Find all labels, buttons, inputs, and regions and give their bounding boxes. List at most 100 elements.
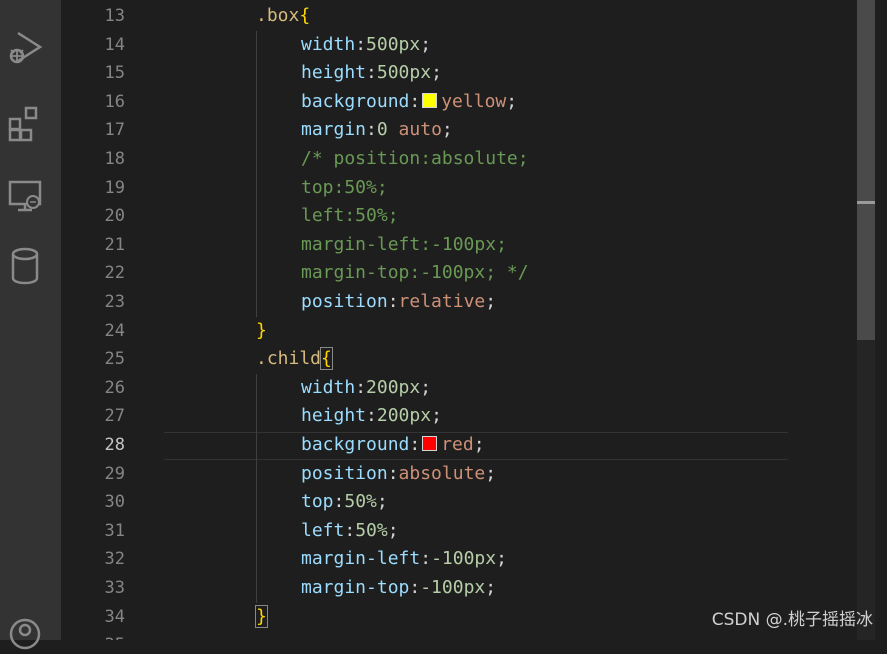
code-token: width <box>301 376 356 398</box>
code-token: 50% <box>355 519 388 541</box>
code-line[interactable]: 17 margin:0 auto; <box>61 116 861 145</box>
code-line[interactable]: 24} <box>61 317 861 346</box>
code-token: margin <box>301 119 367 141</box>
code-line[interactable]: 31 left:50%; <box>61 517 861 546</box>
code-token: ; <box>473 434 485 455</box>
code-text: margin:0 auto; <box>301 116 453 145</box>
code-token: : <box>344 519 356 541</box>
code-text: /* position:absolute; <box>301 145 529 174</box>
account-icon[interactable] <box>0 614 50 654</box>
run-debug-icon[interactable] <box>0 27 50 67</box>
code-line[interactable]: 22 margin-top:-100px; */ <box>61 259 861 288</box>
code-token: .child <box>256 348 322 370</box>
line-number: 26 <box>104 377 125 398</box>
code-line[interactable]: 13 .box{ <box>61 2 861 31</box>
code-line[interactable]: 35 <box>61 631 861 640</box>
code-line[interactable]: 14 width:500px; <box>61 31 861 60</box>
code-text: margin-left:-100px; <box>301 545 507 574</box>
code-line[interactable]: 33 margin-top:-100px; <box>61 574 861 603</box>
code-token: : <box>387 462 399 484</box>
code-text: top:50%; <box>301 174 388 203</box>
code-token: } <box>255 604 268 628</box>
code-token: red <box>441 434 474 455</box>
code-token: 500px <box>366 33 421 55</box>
color-swatch[interactable] <box>422 436 438 451</box>
line-number: 25 <box>104 349 125 370</box>
code-token: 0 <box>376 119 388 141</box>
line-number: 33 <box>104 578 125 598</box>
code-token: } <box>256 319 267 341</box>
code-token: margin-top:-100px; */ <box>301 262 529 284</box>
code-line[interactable]: 29 position:absolute; <box>61 460 861 489</box>
code-text: position:relative; <box>301 288 496 317</box>
code-token: left:50%; <box>301 205 399 227</box>
code-editor[interactable]: 13 .box{14 width:500px; 15 height:500px; 16 ba… <box>61 0 887 640</box>
code-token: : <box>420 548 432 570</box>
code-token: : <box>355 376 367 398</box>
code-token: : <box>366 405 377 427</box>
code-token: relative <box>398 291 486 312</box>
code-token: : <box>366 119 377 141</box>
code-text: background: yellow; <box>301 88 517 117</box>
code-token: ; <box>431 62 442 84</box>
code-token: background <box>301 434 410 455</box>
code-line[interactable]: 26 width:200px; <box>61 374 861 403</box>
watermark: CSDN @.桃子摇摇冰 <box>711 610 873 630</box>
line-number: 35 <box>61 631 125 640</box>
code-line[interactable]: 18 /* position:absolute; <box>61 145 861 174</box>
line-number: 21 <box>104 234 125 255</box>
code-token: { <box>299 5 311 26</box>
line-number: 14 <box>104 34 125 55</box>
code-text: .box{ <box>256 2 310 31</box>
code-text: width:500px; <box>301 31 431 60</box>
code-line[interactable]: 21 margin-left:-100px; <box>61 231 861 260</box>
code-token: : <box>355 33 367 55</box>
code-token: position <box>301 462 388 484</box>
code-token: : <box>333 491 345 513</box>
remote-explorer-icon[interactable] <box>0 176 50 216</box>
code-line[interactable]: 15 height:500px; <box>61 59 861 88</box>
code-text: .child{ <box>256 345 333 374</box>
code-token: ; <box>420 376 432 398</box>
scroll-position-marker <box>857 201 875 204</box>
code-text: background: red; <box>301 431 485 460</box>
color-swatch[interactable] <box>422 92 438 108</box>
line-number: 15 <box>104 63 125 84</box>
extensions-icon[interactable] <box>0 104 50 144</box>
code-line[interactable]: 23 position:relative; <box>61 288 861 317</box>
code-line[interactable]: 25 .child{ <box>61 345 861 374</box>
line-number: 27 <box>104 406 125 427</box>
code-line[interactable]: 27 height:200px; <box>61 402 861 431</box>
line-number: 29 <box>104 463 125 484</box>
database-icon[interactable] <box>0 246 50 286</box>
line-number: 32 <box>104 549 125 570</box>
code-token: ; <box>441 119 453 141</box>
code-line[interactable]: 30 top:50%; <box>61 488 861 517</box>
code-text: margin-left:-100px; <box>301 231 507 260</box>
code-line[interactable]: 32 margin-left:-100px; <box>61 545 861 574</box>
code-token: 500px <box>376 62 432 84</box>
code-token: margin-left <box>301 548 421 570</box>
scrollbar-thumb[interactable] <box>857 0 875 340</box>
code-text: } <box>256 317 267 346</box>
code-line[interactable]: 19 top:50%; <box>61 174 861 203</box>
code-text: position:absolute; <box>301 460 496 489</box>
code-token: ; <box>420 33 432 55</box>
line-number: 28 <box>104 435 125 455</box>
line-number: 22 <box>104 263 125 284</box>
line-number: 19 <box>104 177 125 198</box>
code-token: : <box>409 434 421 455</box>
code-line[interactable]: 28 background: red; <box>61 431 861 460</box>
code-token: absolute <box>398 462 486 484</box>
line-number: 31 <box>104 520 125 541</box>
code-line[interactable]: 20 left:50%; <box>61 202 861 231</box>
line-number: 16 <box>104 91 125 112</box>
code-token: .box <box>256 5 300 26</box>
code-token: : <box>387 291 399 312</box>
code-token: height <box>301 62 367 84</box>
line-number: 13 <box>104 6 125 26</box>
code-token: left <box>301 519 345 541</box>
code-text: left:50%; <box>301 517 399 546</box>
code-token: ; <box>496 548 507 570</box>
code-line[interactable]: 16 background: yellow; <box>61 88 861 117</box>
